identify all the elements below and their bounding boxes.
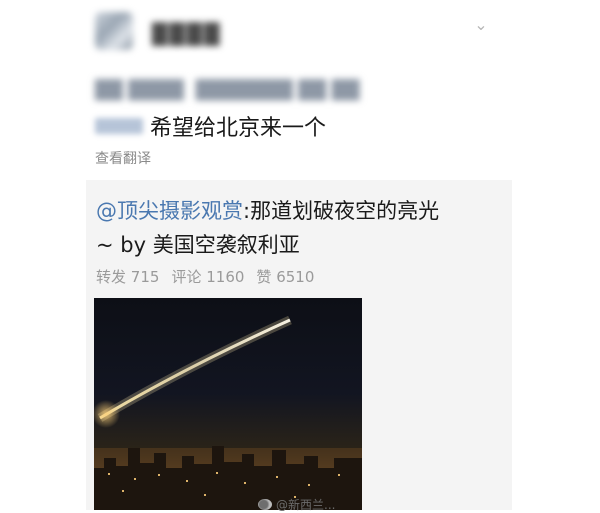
weibo-icon [258,499,272,510]
repost-text-rest: :那道划破夜空的亮光 [243,199,440,223]
meta-text: ██ ████ [95,79,184,101]
repost-text: @顶尖摄影观赏:那道划破夜空的亮光 ~ by 美国空袭叙利亚 [96,194,506,262]
chevron-down-icon[interactable]: ⌄ [472,17,490,33]
repost-image[interactable] [94,298,362,510]
stat-comment[interactable]: 评论 1160 [171,266,244,287]
stat-repost[interactable]: 转发 715 [96,266,159,287]
night-city-photo [94,315,362,510]
stat-like[interactable]: 赞 6510 [256,266,314,287]
watermark-text: @新西兰... [276,498,336,512]
repost-stats: 转发 715 评论 1160 赞 6510 [96,266,314,287]
repost-mention[interactable]: @顶尖摄影观赏 [96,199,243,223]
mention-blurred[interactable] [95,118,143,134]
watermark: @新西兰... [258,496,335,513]
post-meta: ██ ████ ███████ ██ ██ [95,76,455,104]
translate-link[interactable]: 查看翻译 [95,148,151,168]
meta-text: ███████ ██ ██ [195,79,360,101]
post-text: 希望给北京来一个 [150,116,327,141]
avatar[interactable] [95,12,133,50]
author-name[interactable]: ████ [152,22,222,46]
repost-card[interactable]: @顶尖摄影观赏:那道划破夜空的亮光 ~ by 美国空袭叙利亚 转发 715 评论… [86,180,512,510]
repost-text-line2: ~ by 美国空袭叙利亚 [96,233,300,257]
